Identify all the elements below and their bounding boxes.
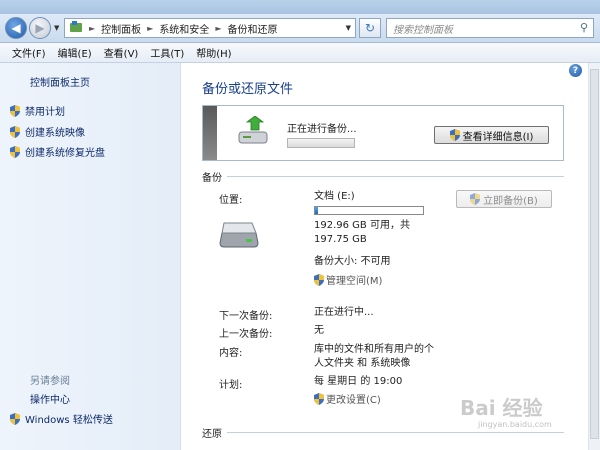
view-details-button[interactable]: 查看详细信息(I) (434, 126, 549, 144)
breadcrumb-system-security[interactable]: 系统和安全 (159, 21, 209, 36)
last-backup-label: 上一次备份: (219, 329, 273, 340)
restore-section-heading: 还原 (202, 429, 222, 440)
button-label: 立即备份(B) (483, 195, 538, 207)
search-placeholder: 搜索控制面板 (393, 24, 453, 36)
uac-shield-icon (10, 125, 20, 138)
progress-panel-stripe (203, 106, 217, 160)
search-input[interactable]: 搜索控制面板 ⚲ (386, 18, 594, 38)
uac-shield-icon (10, 145, 20, 158)
control-panel-icon (69, 20, 83, 37)
sidebar-item-label: 创建系统修复光盘 (25, 148, 105, 159)
breadcrumb-backup-restore[interactable]: 备份和还原 (227, 21, 277, 36)
backup-size-text: 备份大小: 不可用 (314, 256, 391, 267)
link-label: 更改设置(C) (326, 395, 381, 406)
location-label: 位置: (219, 195, 243, 206)
sidebar-item-home[interactable]: 控制面板主页 (30, 74, 90, 89)
watermark-text: Bai 经验 (460, 396, 543, 420)
chevron-right-icon: ► (215, 23, 222, 33)
see-also-heading: 另请参阅 (30, 376, 70, 387)
forward-button[interactable]: ▶ (29, 17, 51, 39)
breadcrumb-control-panel[interactable]: 控制面板 (101, 21, 141, 36)
location-value: 文档 (E:) (314, 191, 355, 202)
address-bar[interactable]: ► 控制面板 ► 系统和安全 ► 备份和还原 ▼ (64, 18, 356, 38)
free-space-line1: 192.96 GB 可用，共 (314, 220, 410, 231)
uac-shield-icon (314, 273, 324, 286)
menu-file[interactable]: 文件(F) (6, 45, 52, 60)
sidebar: 控制面板主页 禁用计划 创建系统映像 创建系统修复光盘 另请参阅 操作中心 Wi… (0, 63, 181, 450)
sidebar-item-action-center[interactable]: 操作中心 (30, 391, 70, 406)
disk-usage-fill (315, 207, 318, 214)
scrollbar-thumb[interactable] (590, 69, 599, 439)
backup-status-text: 正在进行备份... (287, 124, 357, 135)
refresh-button[interactable]: ↻ (359, 18, 381, 38)
menu-edit[interactable]: 编辑(E) (52, 45, 98, 60)
sidebar-item-label: 控制面板主页 (30, 78, 90, 89)
menu-view[interactable]: 查看(V) (98, 45, 145, 60)
link-label: 管理空间(M) (326, 276, 383, 287)
sidebar-item-label: 操作中心 (30, 395, 70, 406)
hard-drive-icon (218, 221, 260, 252)
menu-tools[interactable]: 工具(T) (144, 45, 190, 60)
chevron-right-icon: ► (89, 23, 96, 33)
recent-pages-dropdown-icon[interactable]: ▼ (54, 24, 59, 32)
backup-section-heading: 备份 (202, 173, 222, 184)
arrow-left-icon: ◀ (11, 21, 21, 35)
menu-help[interactable]: 帮助(H) (190, 45, 237, 60)
sidebar-item-label: 禁用计划 (25, 107, 65, 118)
backup-progress-panel: 正在进行备份... 查看详细信息(I) (202, 105, 564, 161)
disk-usage-bar (314, 206, 424, 215)
uac-shield-icon (10, 412, 20, 425)
menu-bar: 文件(F) 编辑(E) 查看(V) 工具(T) 帮助(H) (0, 43, 600, 63)
uac-shield-icon (10, 104, 20, 117)
baidu-watermark: Bai 经验 jingyan.baidu.com (460, 392, 590, 442)
next-backup-value: 正在进行中... (314, 307, 374, 318)
next-backup-label: 下一次备份: (219, 311, 273, 322)
last-backup-value: 无 (314, 325, 324, 336)
back-button[interactable]: ◀ (5, 17, 27, 39)
backup-now-button[interactable]: 立即备份(B) (456, 190, 552, 208)
search-icon[interactable]: ⚲ (580, 21, 588, 34)
chevron-right-icon: ► (147, 23, 154, 33)
page-title: 备份或还原文件 (202, 82, 294, 97)
button-label: 查看详细信息(I) (462, 131, 534, 143)
sidebar-item-create-repair-disc[interactable]: 创建系统修复光盘 (10, 144, 105, 159)
manage-space-link[interactable]: 管理空间(M) (314, 272, 382, 287)
watermark-subtext: jingyan.baidu.com (478, 420, 552, 429)
schedule-value: 每 星期日 的 19:00 (314, 376, 403, 387)
contents-line1: 库中的文件和所有用户的个 (314, 344, 434, 355)
uac-shield-icon (314, 392, 324, 405)
schedule-label: 计划: (219, 380, 243, 391)
window-title-strip (0, 0, 600, 14)
chevron-down-icon[interactable]: ▼ (346, 24, 351, 32)
section-divider (227, 176, 564, 177)
sidebar-item-easy-transfer[interactable]: Windows 轻松传送 (10, 411, 113, 426)
uac-shield-icon (470, 193, 481, 205)
sidebar-item-create-system-image[interactable]: 创建系统映像 (10, 124, 85, 139)
arrow-right-icon: ▶ (35, 21, 45, 35)
refresh-icon: ↻ (364, 21, 376, 35)
help-icon[interactable]: ? (569, 64, 582, 77)
backup-progress-bar (287, 138, 355, 148)
change-settings-link[interactable]: 更改设置(C) (314, 391, 381, 406)
sidebar-item-disable-schedule[interactable]: 禁用计划 (10, 103, 65, 118)
contents-label: 内容: (219, 348, 243, 359)
uac-shield-icon (449, 129, 460, 141)
contents-line2: 人文件夹 和 系统映像 (314, 358, 411, 369)
sidebar-item-label: Windows 轻松传送 (25, 415, 113, 426)
sidebar-item-label: 创建系统映像 (25, 128, 85, 139)
address-toolbar: ◀ ▶ ▼ ► 控制面板 ► 系统和安全 ► 备份和还原 ▼ ↻ 搜索控制面板 … (0, 14, 600, 43)
backup-in-progress-icon (237, 115, 271, 149)
free-space-line2: 197.75 GB (314, 234, 367, 245)
